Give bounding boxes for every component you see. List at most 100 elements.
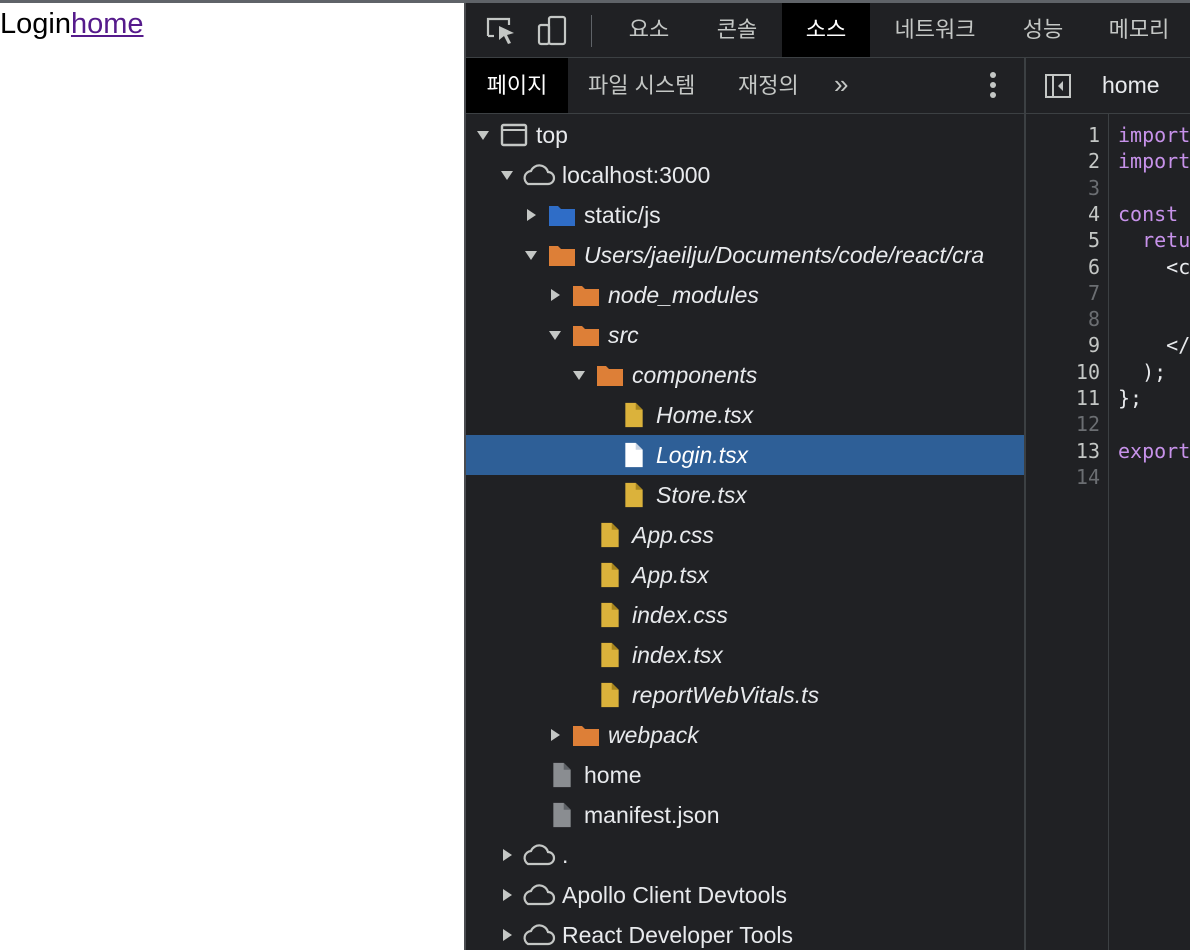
cloud-icon bbox=[520, 882, 556, 908]
folder-icon bbox=[572, 722, 600, 748]
code-line: retu bbox=[1118, 228, 1190, 253]
code-line: import bbox=[1118, 149, 1190, 174]
tab-overrides[interactable]: 재정의 bbox=[738, 58, 799, 113]
file-icon bbox=[620, 402, 648, 428]
tree-item[interactable]: components bbox=[466, 355, 1024, 395]
code-line: export bbox=[1118, 438, 1190, 463]
tree-item[interactable]: webpack bbox=[466, 715, 1024, 755]
tree-item-label: Home.tsx bbox=[656, 402, 754, 428]
collapsed-arrow-icon[interactable] bbox=[524, 208, 538, 222]
file-tree: top localhost:3000 static/js Users/jaeilju/… bbox=[466, 114, 1024, 950]
tree-item[interactable]: index.css bbox=[466, 595, 1024, 635]
folder-icon bbox=[548, 242, 576, 268]
expanded-arrow-icon[interactable] bbox=[524, 248, 538, 262]
sources-navigator: 페이지 파일 시스템 재정의 » top localhost:3000 static… bbox=[466, 58, 1026, 950]
folder-icon bbox=[548, 202, 576, 228]
code-line: import bbox=[1118, 123, 1190, 147]
tree-item[interactable]: React Developer Tools bbox=[466, 915, 1024, 950]
tree-item-label: Store.tsx bbox=[656, 482, 747, 508]
tree-item[interactable]: index.tsx bbox=[466, 635, 1024, 675]
line-number: 12 bbox=[1075, 412, 1100, 437]
tree-item-label: node_modules bbox=[608, 282, 759, 308]
tree-item[interactable]: home bbox=[466, 755, 1024, 795]
tree-item-label: localhost:3000 bbox=[562, 162, 711, 188]
tree-item[interactable]: top bbox=[466, 115, 1024, 155]
more-options-icon[interactable] bbox=[988, 72, 998, 102]
file-icon bbox=[620, 482, 648, 508]
line-number: 9 bbox=[1087, 333, 1100, 358]
line-number: 10 bbox=[1075, 359, 1100, 384]
tab-network[interactable]: 네트워크 bbox=[870, 3, 1000, 57]
inspect-element-icon[interactable] bbox=[484, 14, 518, 48]
more-tabs-icon[interactable]: » bbox=[834, 58, 848, 113]
cloud-icon bbox=[520, 922, 556, 948]
expanded-arrow-icon[interactable] bbox=[572, 368, 586, 382]
device-toolbar-icon[interactable] bbox=[536, 14, 570, 48]
line-number: 5 bbox=[1087, 228, 1100, 253]
tree-item-label: home bbox=[584, 762, 642, 788]
folder-icon bbox=[572, 322, 600, 348]
tree-item[interactable]: localhost:3000 bbox=[466, 155, 1024, 195]
tree-item-label: src bbox=[608, 322, 639, 348]
collapsed-arrow-icon[interactable] bbox=[548, 288, 562, 302]
home-link[interactable]: home bbox=[71, 8, 144, 40]
tree-item-label: Users/jaeilju/Documents/code/react/cra bbox=[584, 242, 985, 268]
expanded-arrow-icon[interactable] bbox=[476, 128, 490, 142]
devtools-toolbar: 요소 콘솔 소스 네트워크 성능 메모리 bbox=[466, 3, 1190, 58]
tree-item[interactable]: Users/jaeilju/Documents/code/react/cra bbox=[466, 235, 1024, 275]
folder-icon bbox=[596, 362, 624, 388]
line-number-gutter: 1 2 3 4 5 6 7 8 9 10 11 12 13 14 bbox=[1026, 114, 1109, 950]
tree-item-label: manifest.json bbox=[584, 802, 720, 828]
code-line: <c bbox=[1118, 254, 1190, 279]
tree-item[interactable]: Store.tsx bbox=[466, 475, 1024, 515]
toolbar-separator bbox=[591, 15, 592, 47]
rendered-page: Loginhome bbox=[0, 3, 464, 950]
tab-performance[interactable]: 성능 bbox=[1000, 3, 1086, 57]
tree-item-label: App.css bbox=[632, 522, 714, 548]
tab-sources[interactable]: 소스 bbox=[782, 3, 870, 57]
tab-filesystem[interactable]: 파일 시스템 bbox=[588, 58, 695, 113]
tree-item-label: reportWebVitals.ts bbox=[632, 682, 820, 708]
collapsed-arrow-icon[interactable] bbox=[500, 928, 514, 942]
cloud-icon bbox=[520, 842, 556, 868]
tree-item[interactable]: Login.tsx bbox=[466, 435, 1024, 475]
tree-item-label: top bbox=[536, 122, 568, 148]
code-line: </ bbox=[1118, 333, 1190, 358]
tree-item[interactable]: . bbox=[466, 835, 1024, 875]
tree-item[interactable]: App.css bbox=[466, 515, 1024, 555]
tab-elements[interactable]: 요소 bbox=[606, 3, 692, 57]
tree-item[interactable]: Apollo Client Devtools bbox=[466, 875, 1024, 915]
tree-item[interactable]: manifest.json bbox=[466, 795, 1024, 835]
expanded-arrow-icon[interactable] bbox=[548, 328, 562, 342]
tree-item-label: index.css bbox=[632, 602, 728, 628]
expanded-arrow-icon[interactable] bbox=[500, 168, 514, 182]
toggle-navigator-icon[interactable] bbox=[1044, 72, 1072, 100]
tree-item[interactable]: reportWebVitals.ts bbox=[466, 675, 1024, 715]
tree-item[interactable]: node_modules bbox=[466, 275, 1024, 315]
line-number: 1 bbox=[1087, 123, 1100, 147]
tab-console[interactable]: 콘솔 bbox=[694, 3, 780, 57]
tree-item[interactable]: App.tsx bbox=[466, 555, 1024, 595]
folder-icon bbox=[572, 282, 600, 308]
file-icon bbox=[596, 602, 624, 628]
tab-page[interactable]: 페이지 bbox=[466, 58, 568, 113]
collapsed-arrow-icon[interactable] bbox=[500, 888, 514, 902]
file-icon bbox=[548, 802, 576, 828]
tree-item-label: webpack bbox=[608, 722, 699, 748]
file-icon bbox=[620, 442, 648, 468]
collapsed-arrow-icon[interactable] bbox=[500, 848, 514, 862]
tab-memory[interactable]: 메모리 bbox=[1088, 3, 1190, 57]
navigator-tabs: 페이지 파일 시스템 재정의 » bbox=[466, 58, 1024, 114]
line-number: 6 bbox=[1087, 254, 1100, 279]
tree-item[interactable]: static/js bbox=[466, 195, 1024, 235]
tree-item[interactable]: Home.tsx bbox=[466, 395, 1024, 435]
line-number: 7 bbox=[1087, 280, 1100, 305]
file-icon bbox=[596, 642, 624, 668]
collapsed-arrow-icon[interactable] bbox=[548, 728, 562, 742]
line-number: 2 bbox=[1087, 149, 1100, 174]
tree-item-label: static/js bbox=[584, 202, 661, 228]
line-number: 14 bbox=[1075, 464, 1100, 489]
tree-item[interactable]: src bbox=[466, 315, 1024, 355]
editor-tab-home[interactable]: home bbox=[1102, 58, 1160, 113]
tree-item-label: components bbox=[632, 362, 758, 388]
